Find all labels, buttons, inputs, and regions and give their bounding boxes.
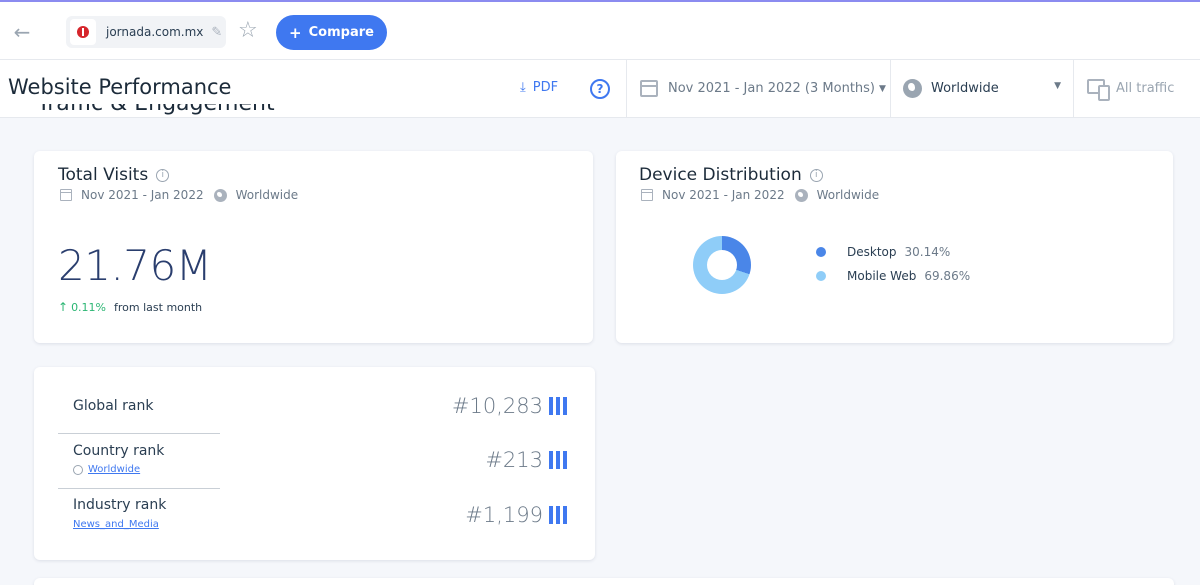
- site-chip[interactable]: jornada.com.mx ✎: [66, 16, 226, 48]
- divider: [58, 433, 220, 434]
- download-icon: ⤓: [520, 80, 526, 95]
- device-distribution-meta: Nov 2021 - Jan 2022 Worldwide: [641, 188, 879, 202]
- pdf-button[interactable]: ⤓ PDF: [520, 80, 558, 95]
- devices-icon: [1087, 78, 1110, 101]
- page-title: Website Performance: [8, 75, 232, 99]
- star-icon[interactable]: ☆: [238, 18, 258, 44]
- top-bar: ← jornada.com.mx ✎ ☆ + Compare: [0, 0, 1200, 60]
- device-donut-chart[interactable]: [693, 236, 751, 294]
- industry-rank-number: #1,199: [465, 503, 543, 527]
- total-visits-value: 21.76M: [58, 241, 212, 290]
- industry-rank-link[interactable]: News_and_Media: [73, 519, 159, 530]
- total-visits-meta: Nov 2021 - Jan 2022 Worldwide: [60, 188, 298, 202]
- region-value: Worldwide: [931, 81, 999, 96]
- device-distribution-title: Device Distribution i: [639, 165, 823, 185]
- section-title-text: Traffic & Engagement: [37, 104, 275, 116]
- global-rank-value: #10,283: [452, 394, 567, 418]
- traffic-select[interactable]: All traffic: [1087, 78, 1175, 101]
- globe-icon: [73, 464, 83, 475]
- legend-label: Desktop: [847, 245, 897, 259]
- total-visits-date: Nov 2021 - Jan 2022: [81, 188, 204, 202]
- pdf-label: PDF: [532, 80, 559, 95]
- pencil-icon[interactable]: ✎: [211, 25, 222, 40]
- info-icon[interactable]: i: [809, 168, 823, 182]
- next-card: [34, 578, 1174, 585]
- global-rank-label: Global rank: [73, 398, 154, 414]
- device-distribution-date: Nov 2021 - Jan 2022: [662, 188, 785, 202]
- legend-dot-desktop: [816, 247, 826, 257]
- globe-icon: [794, 188, 808, 202]
- date-range-value: Nov 2021 - Jan 2022 (3 Months): [668, 81, 875, 96]
- globe-icon: [903, 79, 922, 98]
- calendar-icon: [60, 189, 72, 201]
- change-text: from last month: [114, 300, 203, 314]
- rank-card: Global rank #10,283 Country rank Worldwi…: [34, 367, 595, 560]
- legend-value: 30.14%: [904, 245, 951, 259]
- global-rank-number: #10,283: [451, 394, 543, 418]
- total-visits-region: Worldwide: [235, 188, 299, 202]
- region-select[interactable]: Worldwide ▼: [903, 79, 1061, 98]
- industry-rank-sub: News_and_Media: [73, 519, 159, 530]
- compare-button[interactable]: + Compare: [276, 15, 387, 50]
- section-title: Traffic & Engagement: [37, 104, 275, 118]
- change-percent: 0.11%: [71, 300, 107, 314]
- device-distribution-card: Device Distribution i Nov 2021 - Jan 202…: [616, 151, 1173, 343]
- legend-label: Mobile Web: [847, 269, 917, 283]
- rank-bars-icon[interactable]: [549, 397, 567, 415]
- total-visits-change: ↑ 0.11% from last month: [58, 300, 202, 314]
- help-icon[interactable]: ?: [590, 79, 610, 99]
- chevron-down-icon: ▼: [1054, 81, 1061, 91]
- compare-label: Compare: [308, 25, 374, 40]
- device-distribution-title-text: Device Distribution: [639, 165, 802, 185]
- industry-rank-value: #1,199: [465, 503, 567, 527]
- chevron-down-icon: ▼: [879, 83, 886, 94]
- device-distribution-region: Worldwide: [816, 188, 880, 202]
- legend-dot-mobile: [816, 271, 826, 281]
- country-rank-sub: Worldwide: [88, 464, 141, 475]
- globe-icon: [213, 188, 227, 202]
- total-visits-title-text: Total Visits: [58, 165, 149, 185]
- legend-desktop[interactable]: Desktop 30.14%: [816, 245, 950, 259]
- divider: [58, 488, 220, 489]
- back-arrow-icon[interactable]: ←: [10, 20, 34, 44]
- site-favicon-icon: [70, 19, 96, 45]
- rank-bars-icon[interactable]: [549, 506, 567, 524]
- country-rank-number: #213: [485, 448, 543, 472]
- country-rank-label: Country rank: [73, 443, 165, 459]
- calendar-icon: [641, 189, 653, 201]
- legend-mobile[interactable]: Mobile Web 69.86%: [816, 269, 970, 283]
- site-name: jornada.com.mx: [106, 25, 204, 39]
- calendar-icon: [640, 80, 658, 97]
- traffic-value: All traffic: [1116, 80, 1175, 96]
- plus-icon: +: [289, 23, 302, 42]
- rank-bars-icon[interactable]: [549, 451, 567, 469]
- total-visits-card: Total Visits i Nov 2021 - Jan 2022 World…: [34, 151, 593, 343]
- country-rank-value: #213: [485, 448, 567, 472]
- divider: [626, 60, 627, 118]
- divider: [890, 60, 891, 118]
- divider: [1073, 60, 1074, 118]
- legend-value: 69.86%: [924, 269, 971, 283]
- date-range-select[interactable]: Nov 2021 - Jan 2022 (3 Months) ▼: [640, 80, 886, 97]
- info-icon[interactable]: i: [156, 168, 170, 182]
- industry-rank-label: Industry rank: [73, 497, 167, 513]
- total-visits-title: Total Visits i: [58, 165, 170, 185]
- country-rank-link[interactable]: Worldwide: [73, 464, 140, 475]
- arrow-up-icon: ↑: [58, 300, 69, 314]
